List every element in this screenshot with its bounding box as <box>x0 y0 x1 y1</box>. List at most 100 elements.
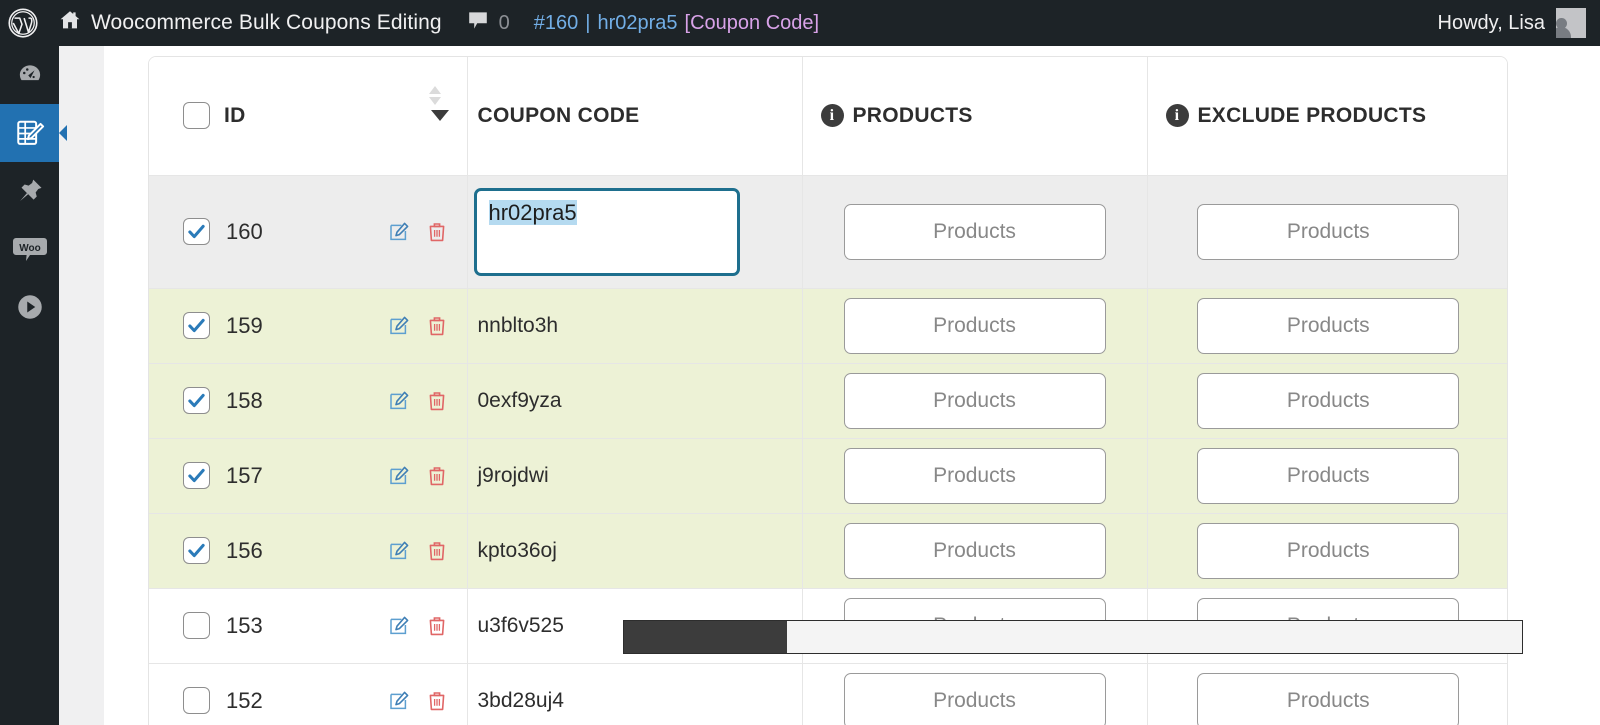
table-row[interactable]: 152 3bd28uj4 Products Products <box>149 663 1507 725</box>
exclude-products-button[interactable]: Products <box>1197 522 1460 579</box>
cell-coupon-code[interactable]: j9rojdwi <box>467 438 803 514</box>
exclude-products-button[interactable]: Products <box>1197 297 1460 354</box>
products-button[interactable]: Products <box>843 297 1106 354</box>
cell-coupon-code[interactable]: kpto36oj <box>467 513 803 589</box>
cell-coupon-code: hr02pra5 <box>467 175 803 289</box>
wordpress-logo-button[interactable] <box>0 0 46 46</box>
table-row[interactable]: 160 hr02pra5 Products Products <box>149 175 1507 289</box>
sidebar-item-dashboard[interactable] <box>0 46 59 104</box>
select-all-checkbox[interactable] <box>183 102 210 130</box>
cell-id: 156 <box>149 513 468 589</box>
cell-products: Products <box>802 288 1148 364</box>
edit-pencil-square-icon[interactable] <box>387 689 411 713</box>
site-name-menu[interactable]: Woocommerce Bulk Coupons Editing <box>46 0 454 46</box>
context-name: hr02pra5 <box>597 11 678 34</box>
cell-exclude-products: Products <box>1147 175 1507 289</box>
sidebar-item-pinned[interactable] <box>0 162 59 220</box>
table-row[interactable]: 158 0exf9yza Products Products <box>149 363 1507 439</box>
exclude-products-button[interactable]: Products <box>1197 447 1460 504</box>
edit-pencil-square-icon[interactable] <box>387 389 411 413</box>
edit-pencil-square-icon[interactable] <box>387 539 411 563</box>
products-button[interactable]: Products <box>843 672 1106 725</box>
column-header-products[interactable]: i PRODUCTS <box>802 57 1148 176</box>
row-checkbox[interactable] <box>183 387 210 414</box>
wp-admin-bar: Woocommerce Bulk Coupons Editing 0 #160 … <box>0 0 1600 46</box>
play-circle-icon <box>15 292 45 322</box>
column-header-products-label: PRODUCTS <box>852 103 973 127</box>
context-id: #160 <box>533 11 579 34</box>
cell-coupon-code[interactable]: 3bd28uj4 <box>467 663 803 725</box>
cell-id: 157 <box>149 438 468 514</box>
table-row[interactable]: 156 kpto36oj Products Products <box>149 513 1507 589</box>
svg-text:Woo: Woo <box>19 243 40 254</box>
row-checkbox[interactable] <box>183 462 210 489</box>
trash-delete-icon[interactable] <box>425 539 449 563</box>
column-header-id[interactable]: ID <box>149 57 468 176</box>
woo-bubble-icon: Woo <box>12 234 47 264</box>
exclude-products-button[interactable]: Products <box>1197 372 1460 429</box>
row-actions <box>387 464 449 488</box>
horizontal-scrollbar-thumb[interactable] <box>624 621 787 653</box>
cell-products: Products <box>802 663 1148 725</box>
dashboard-gauge-icon <box>15 60 45 90</box>
table-row[interactable]: 157 j9rojdwi Products Products <box>149 438 1507 514</box>
info-icon[interactable]: i <box>820 104 844 128</box>
sidebar-item-media-play[interactable] <box>0 278 59 336</box>
cell-id: 159 <box>149 288 468 364</box>
row-id: 157 <box>226 462 263 488</box>
sort-descending-icon[interactable] <box>430 110 449 122</box>
cell-products: Products <box>802 175 1148 289</box>
edit-pencil-square-icon[interactable] <box>387 464 411 488</box>
cell-coupon-code[interactable]: nnblto3h <box>467 288 803 364</box>
edit-pencil-square-icon[interactable] <box>387 614 411 638</box>
row-checkbox[interactable] <box>183 218 210 245</box>
info-icon[interactable]: i <box>1165 104 1189 128</box>
column-header-exclude-products[interactable]: i EXCLUDE PRODUCTS <box>1147 57 1507 176</box>
site-title: Woocommerce Bulk Coupons Editing <box>91 11 442 34</box>
comment-count: 0 <box>498 11 510 34</box>
exclude-products-button[interactable]: Products <box>1197 672 1460 725</box>
row-actions <box>387 389 449 413</box>
products-button[interactable]: Products <box>843 522 1106 579</box>
context-separator: | <box>585 11 591 34</box>
column-header-coupon-code[interactable]: COUPON CODE <box>428 57 803 176</box>
trash-delete-icon[interactable] <box>425 220 449 244</box>
trash-delete-icon[interactable] <box>425 389 449 413</box>
row-actions <box>387 614 449 638</box>
products-button[interactable]: Products <box>843 203 1106 260</box>
cell-id: 152 <box>149 663 468 725</box>
bulk-edit-table-pencil-icon <box>14 117 46 149</box>
my-account-menu[interactable]: Howdy, Lisa <box>1438 8 1600 38</box>
table-header: ID COUPON CODE i PRODUCTS i EXCLUDE PROD… <box>149 57 1507 176</box>
cell-products: Products <box>802 438 1148 514</box>
trash-delete-icon[interactable] <box>425 614 449 638</box>
cell-coupon-code[interactable]: 0exf9yza <box>467 363 803 439</box>
cell-exclude-products: Products <box>1147 663 1507 725</box>
sidebar-item-woocommerce[interactable]: Woo <box>0 220 59 278</box>
cell-products: Products <box>802 363 1148 439</box>
row-checkbox[interactable] <box>183 687 210 714</box>
row-checkbox[interactable] <box>183 537 210 564</box>
edit-pencil-square-icon[interactable] <box>387 314 411 338</box>
page-left-gutter <box>59 46 104 725</box>
table-row[interactable]: 159 nnblto3h Products Products <box>149 288 1507 364</box>
edited-item-context[interactable]: #160 | hr02pra5 [Coupon Code] <box>522 0 831 46</box>
coupon-code-input[interactable]: hr02pra5 <box>473 187 740 276</box>
row-checkbox[interactable] <box>183 312 210 339</box>
sort-toggle-icon[interactable] <box>428 85 441 105</box>
horizontal-scrollbar[interactable] <box>623 620 1523 654</box>
comments-menu[interactable]: 0 <box>454 0 522 46</box>
admin-sidebar-menu: Woo <box>0 46 67 725</box>
products-button[interactable]: Products <box>843 372 1106 429</box>
sidebar-item-bulk-editing[interactable] <box>0 104 67 162</box>
wordpress-logo-icon <box>8 8 38 38</box>
trash-delete-icon[interactable] <box>425 464 449 488</box>
trash-delete-icon[interactable] <box>425 689 449 713</box>
home-icon <box>58 8 82 38</box>
exclude-products-button[interactable]: Products <box>1197 203 1460 260</box>
howdy-label: Howdy, Lisa <box>1437 11 1545 34</box>
row-checkbox[interactable] <box>183 612 210 639</box>
edit-pencil-square-icon[interactable] <box>387 220 411 244</box>
trash-delete-icon[interactable] <box>425 314 449 338</box>
products-button[interactable]: Products <box>843 447 1106 504</box>
